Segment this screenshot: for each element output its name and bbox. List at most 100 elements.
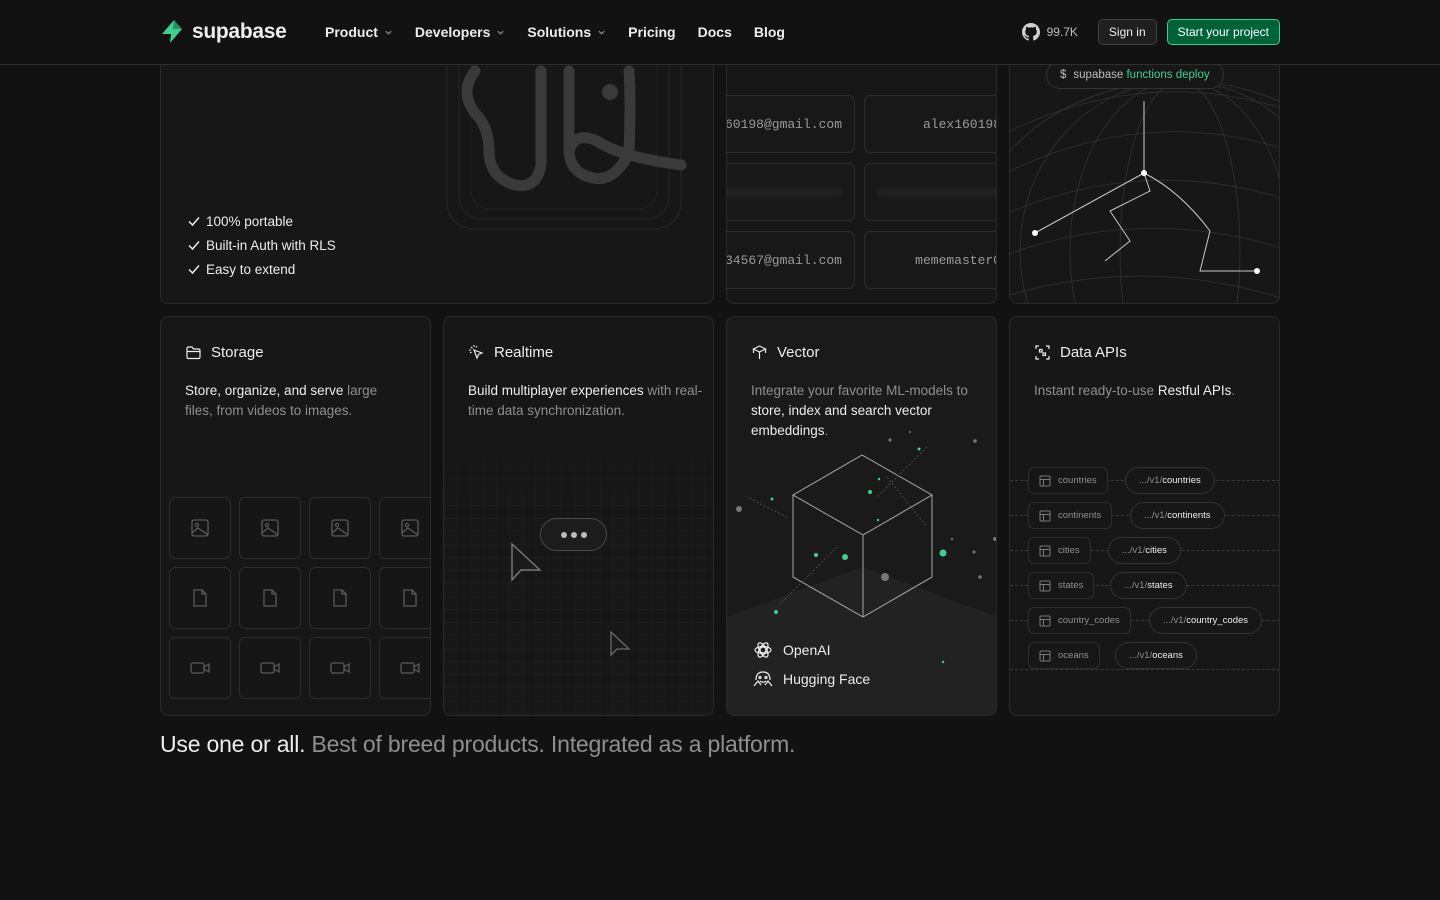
video-file-tile xyxy=(239,637,301,699)
table-name: states xyxy=(1058,580,1084,591)
github-stars-link[interactable]: 99.7K xyxy=(1012,19,1088,45)
nav-product[interactable]: Product xyxy=(325,24,393,40)
endpoint-prefix: .../v1/ xyxy=(1129,650,1153,661)
auth-user-blurred xyxy=(727,163,855,221)
api-row: states .../v1/states xyxy=(1010,572,1279,602)
email-text: alex160198 xyxy=(922,116,997,132)
document-file-tile xyxy=(169,567,231,629)
table-chip[interactable]: cities xyxy=(1028,537,1091,564)
vector-title-label: Vector xyxy=(777,344,820,361)
image-file-tile xyxy=(239,497,301,559)
endpoint-name: cities xyxy=(1145,545,1167,556)
endpoint-name: states xyxy=(1147,580,1173,591)
supabase-logo[interactable]: supabase xyxy=(160,19,287,44)
realtime-description: Build multiplayer experiences with real-… xyxy=(468,381,703,421)
file-icon xyxy=(193,589,207,607)
image-icon xyxy=(331,519,349,537)
feature-label: 100% portable xyxy=(206,213,294,229)
command-base: supabase xyxy=(1073,69,1124,81)
email-text: alex160198@gmail.com xyxy=(726,116,842,132)
nav-solutions[interactable]: Solutions xyxy=(527,24,606,40)
feature-checklist: 100% portable Built-in Auth with RLS Eas… xyxy=(187,209,336,281)
database-card[interactable]: 100% portable Built-in Auth with RLS Eas… xyxy=(160,40,714,304)
endpoint-chip[interactable]: .../v1/country_codes xyxy=(1149,607,1263,634)
endpoint-name: country_codes xyxy=(1186,615,1249,626)
platform-tagline: Use one or all. Best of breed products. … xyxy=(160,731,795,758)
vector-title: Vector xyxy=(751,344,820,361)
nav-solutions-label: Solutions xyxy=(527,24,592,40)
tagline-muted: Best of breed products. Integrated as a … xyxy=(311,731,796,757)
auth-card[interactable]: alex160198@gmail.com alex160198 34567@gm… xyxy=(726,40,997,304)
email-text: mememaster0 xyxy=(915,252,997,268)
file-icon xyxy=(333,589,347,607)
cursor-click-icon xyxy=(469,345,484,360)
github-icon xyxy=(1021,23,1040,41)
video-icon xyxy=(260,662,280,674)
nav-product-label: Product xyxy=(325,24,378,40)
table-chip[interactable]: states xyxy=(1028,572,1095,599)
image-icon xyxy=(401,519,419,537)
cursor-pointer-icon xyxy=(610,630,631,657)
realtime-title: Realtime xyxy=(468,344,553,361)
table-icon xyxy=(1039,475,1051,486)
endpoint-chip[interactable]: .../v1/countries xyxy=(1125,467,1215,494)
table-chip[interactable]: continents xyxy=(1028,502,1113,529)
endpoint-prefix: .../v1/ xyxy=(1124,580,1148,591)
edge-functions-card[interactable]: $ supabase functions deploy xyxy=(1009,40,1280,304)
endpoint-chip[interactable]: .../v1/continents xyxy=(1130,502,1225,529)
data-apis-desc-highlight: Restful APIs xyxy=(1157,383,1232,398)
endpoint-prefix: .../v1/ xyxy=(1139,475,1163,486)
data-apis-title: Data APIs xyxy=(1034,344,1127,361)
table-chip[interactable]: country_codes xyxy=(1028,607,1131,634)
video-icon xyxy=(330,662,350,674)
nav-blog[interactable]: Blog xyxy=(754,24,785,40)
start-project-button[interactable]: Start your project xyxy=(1166,19,1280,45)
data-apis-desc-a: Instant ready-to-use xyxy=(1034,383,1158,398)
top-navbar: supabase Product Developers Solutions Pr… xyxy=(0,0,1440,65)
typing-indicator xyxy=(540,518,607,551)
table-chip[interactable]: countries xyxy=(1028,467,1108,494)
nav-actions: 99.7K Sign in Start your project xyxy=(1012,19,1280,45)
endpoint-chip[interactable]: .../v1/oceans xyxy=(1115,642,1197,669)
storage-card[interactable]: Storage Store, organize, and serve large… xyxy=(160,316,431,716)
api-row: countries .../v1/countries xyxy=(1010,467,1279,497)
data-apis-card[interactable]: Data APIs Instant ready-to-use Restful A… xyxy=(1009,316,1280,716)
nav-links: Product Developers Solutions Pricing Doc… xyxy=(325,0,785,64)
endpoint-chip[interactable]: .../v1/cities xyxy=(1108,537,1181,564)
image-file-tile xyxy=(169,497,231,559)
nav-docs[interactable]: Docs xyxy=(698,24,732,40)
table-name: cities xyxy=(1058,545,1080,556)
nav-developers[interactable]: Developers xyxy=(415,24,505,40)
cursor-pointer-icon xyxy=(511,542,542,582)
api-row: country_codes .../v1/country_codes xyxy=(1010,607,1279,637)
endpoint-prefix: .../v1/ xyxy=(1163,615,1187,626)
command-highlight: functions deploy xyxy=(1126,69,1210,81)
storage-desc-highlight: Store, organize, and serve xyxy=(185,383,344,398)
check-icon xyxy=(188,241,200,251)
vector-desc-highlight: store, index and search vector embedding… xyxy=(751,403,932,438)
video-file-tile xyxy=(309,637,371,699)
realtime-card[interactable]: Realtime Build multiplayer experiences w… xyxy=(443,316,714,716)
provider-hugging-face: Hugging Face xyxy=(753,669,870,689)
table-name: country_codes xyxy=(1058,615,1120,626)
endpoint-prefix: .../v1/ xyxy=(1122,545,1146,556)
data-apis-desc-end: . xyxy=(1231,383,1236,398)
endpoint-chip[interactable]: .../v1/states xyxy=(1110,572,1187,599)
hugging-face-icon xyxy=(753,671,773,687)
openai-icon xyxy=(754,642,772,658)
table-chip[interactable]: oceans xyxy=(1028,642,1100,669)
storage-description: Store, organize, and serve large files, … xyxy=(185,381,405,421)
endpoint-name: oceans xyxy=(1152,650,1183,661)
sign-in-button[interactable]: Sign in xyxy=(1097,19,1157,45)
deploy-command[interactable]: $ supabase functions deploy xyxy=(1046,61,1224,89)
video-icon xyxy=(400,662,420,674)
nav-pricing[interactable]: Pricing xyxy=(628,24,675,40)
chevron-down-icon xyxy=(598,30,605,35)
email-text: 34567@gmail.com xyxy=(726,252,842,268)
table-icon xyxy=(1039,615,1051,626)
table-icon xyxy=(1039,545,1051,556)
realtime-grid-background xyxy=(444,427,713,715)
feature-item: Built-in Auth with RLS xyxy=(187,233,336,257)
provider-label: OpenAI xyxy=(783,642,831,658)
vector-card[interactable]: Vector Integrate your favorite ML-models… xyxy=(726,316,997,716)
